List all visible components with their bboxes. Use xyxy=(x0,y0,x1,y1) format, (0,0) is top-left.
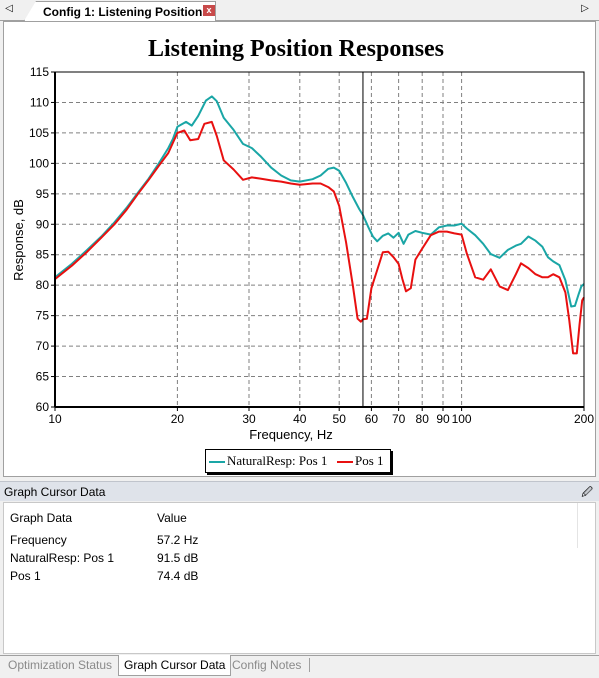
series-line-naturalresp-pos1 xyxy=(54,95,585,308)
y-tick-label: 90 xyxy=(36,217,50,231)
tab-scroll-left-icon[interactable]: ◁ xyxy=(3,2,15,16)
x-tick-label: 10 xyxy=(48,412,62,426)
x-tick-label: 40 xyxy=(293,412,307,426)
pin-icon[interactable]: 🖉 xyxy=(581,484,593,503)
row-value: 74.4 dB xyxy=(157,569,199,583)
legend-swatch-naturalresp xyxy=(209,461,225,464)
x-tick-label: 30 xyxy=(242,412,256,426)
cursor-panel-title: Graph Cursor Data xyxy=(4,485,106,499)
table-row: Pos 1 74.4 dB xyxy=(4,569,595,588)
y-tick-label: 115 xyxy=(30,65,49,79)
y-tick-label: 110 xyxy=(30,95,49,109)
legend-item-pos1: Pos 1 xyxy=(337,453,384,469)
table-row: NaturalResp: Pos 1 91.5 dB xyxy=(4,551,595,570)
tab-label: Config 1: Listening Positions xyxy=(43,5,209,19)
tab-graph-cursor-data[interactable]: Graph Cursor Data xyxy=(118,655,232,676)
legend-swatch-pos1 xyxy=(337,461,353,464)
row-label: Pos 1 xyxy=(10,569,41,583)
response-chart[interactable]: Listening Position Responses 60 65 70 75 80 8… xyxy=(4,22,595,476)
legend-label: Pos 1 xyxy=(355,453,384,468)
y-tick-label: 75 xyxy=(36,309,50,323)
x-tick-label: 200 xyxy=(574,412,594,426)
bottom-tabstrip: Optimization Status Graph Cursor Data Co… xyxy=(0,655,599,678)
tab-config-notes[interactable]: Config Notes xyxy=(232,658,311,672)
close-icon[interactable]: x xyxy=(203,5,215,16)
row-label: Frequency xyxy=(10,533,67,547)
legend-label: NaturalResp: Pos 1 xyxy=(227,453,328,468)
x-tick-label: 20 xyxy=(171,412,185,426)
y-axis-label: Response, dB xyxy=(11,199,26,281)
x-axis-ticks: 10 20 30 40 50 60 70 80 90 100 200 xyxy=(48,407,594,426)
x-tick-label: 50 xyxy=(333,412,347,426)
y-tick-label: 85 xyxy=(36,248,50,262)
x-tick-label: 80 xyxy=(416,412,430,426)
legend-item-naturalresp: NaturalResp: Pos 1 xyxy=(209,453,327,469)
y-tick-label: 95 xyxy=(36,187,50,201)
chart-legend: NaturalResp: Pos 1 Pos 1 xyxy=(205,449,391,473)
column-header-value[interactable]: Value xyxy=(157,511,187,525)
series-lines xyxy=(54,95,585,355)
chart-title: Listening Position Responses xyxy=(148,36,444,62)
graph-panel[interactable]: Listening Position Responses 60 65 70 75 80 8… xyxy=(3,21,596,477)
x-tick-label: 100 xyxy=(452,412,472,426)
grid-lines xyxy=(55,72,584,407)
tab-scroll-right-icon[interactable]: ▷ xyxy=(579,2,591,16)
y-tick-label: 105 xyxy=(29,126,49,140)
x-tick-label: 70 xyxy=(392,412,406,426)
plot-frame xyxy=(54,71,585,408)
x-tick-label: 90 xyxy=(436,412,450,426)
x-tick-label: 60 xyxy=(365,412,379,426)
column-header-graph-data[interactable]: Graph Data xyxy=(10,511,72,525)
y-axis-ticks: 60 65 70 75 80 85 90 95 100 105 110 115 xyxy=(29,65,55,414)
y-tick-label: 60 xyxy=(36,400,50,414)
y-tick-label: 80 xyxy=(36,278,50,292)
x-axis-label: Frequency, Hz xyxy=(249,427,333,442)
tab-config-1[interactable]: Config 1: Listening Positions xyxy=(24,1,216,21)
row-label: NaturalResp: Pos 1 xyxy=(10,551,115,565)
table-row: Frequency 57.2 Hz xyxy=(4,533,595,552)
series-line-pos1 xyxy=(54,120,585,355)
tab-optimization-status[interactable]: Optimization Status xyxy=(8,658,112,672)
y-tick-label: 70 xyxy=(36,339,50,353)
row-value: 91.5 dB xyxy=(157,551,199,565)
y-tick-label: 65 xyxy=(36,370,50,384)
document-tabstrip: ◁ Config 1: Listening Positions x ▷ xyxy=(0,0,599,21)
cursor-panel-header: Graph Cursor Data 🖉 xyxy=(0,481,599,501)
row-value: 57.2 Hz xyxy=(157,533,199,547)
cursor-data-table: Graph Data Value Frequency 57.2 Hz Natur… xyxy=(3,502,596,654)
y-tick-label: 100 xyxy=(29,156,49,170)
